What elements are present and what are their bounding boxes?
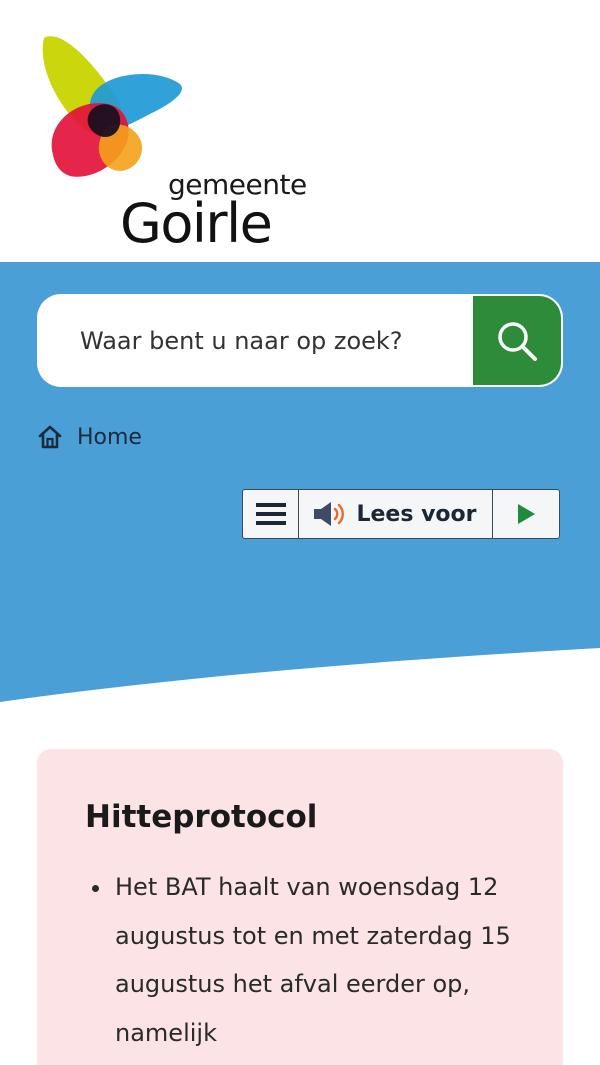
search-button[interactable] [473, 296, 561, 385]
readspeaker-play-button[interactable] [493, 490, 559, 538]
alert-title: Hitteprotocol [85, 799, 318, 835]
logo-text-goirle: Goirle [120, 192, 273, 255]
readspeaker-label: Lees voor [356, 501, 477, 527]
alert-list: Het BAT haalt van woensdag 12 augustus t… [85, 863, 563, 1057]
readspeaker-menu-button[interactable] [243, 490, 299, 538]
search-icon [498, 321, 537, 361]
play-icon [518, 504, 535, 524]
speaker-icon [314, 502, 345, 526]
alert-list-item: Het BAT haalt van woensdag 12 augustus t… [113, 863, 563, 1057]
hamburger-menu-icon [255, 503, 286, 525]
hitteprotocol-alert: Hitteprotocol Het BAT haalt van woensdag… [37, 749, 563, 1065]
breadcrumb-home-link[interactable]: Home [77, 425, 142, 450]
page: gemeente Goirle Home [0, 0, 600, 1065]
site-header: gemeente Goirle [0, 0, 600, 262]
home-icon[interactable] [37, 424, 63, 450]
breadcrumb: Home [37, 424, 142, 450]
readspeaker-lees-voor-button[interactable]: Lees voor [299, 490, 493, 538]
search-form [37, 294, 563, 387]
readspeaker-toolbar: Lees voor [242, 489, 560, 539]
gemeente-goirle-logo[interactable]: gemeente Goirle [30, 30, 307, 255]
search-input[interactable] [37, 294, 473, 387]
